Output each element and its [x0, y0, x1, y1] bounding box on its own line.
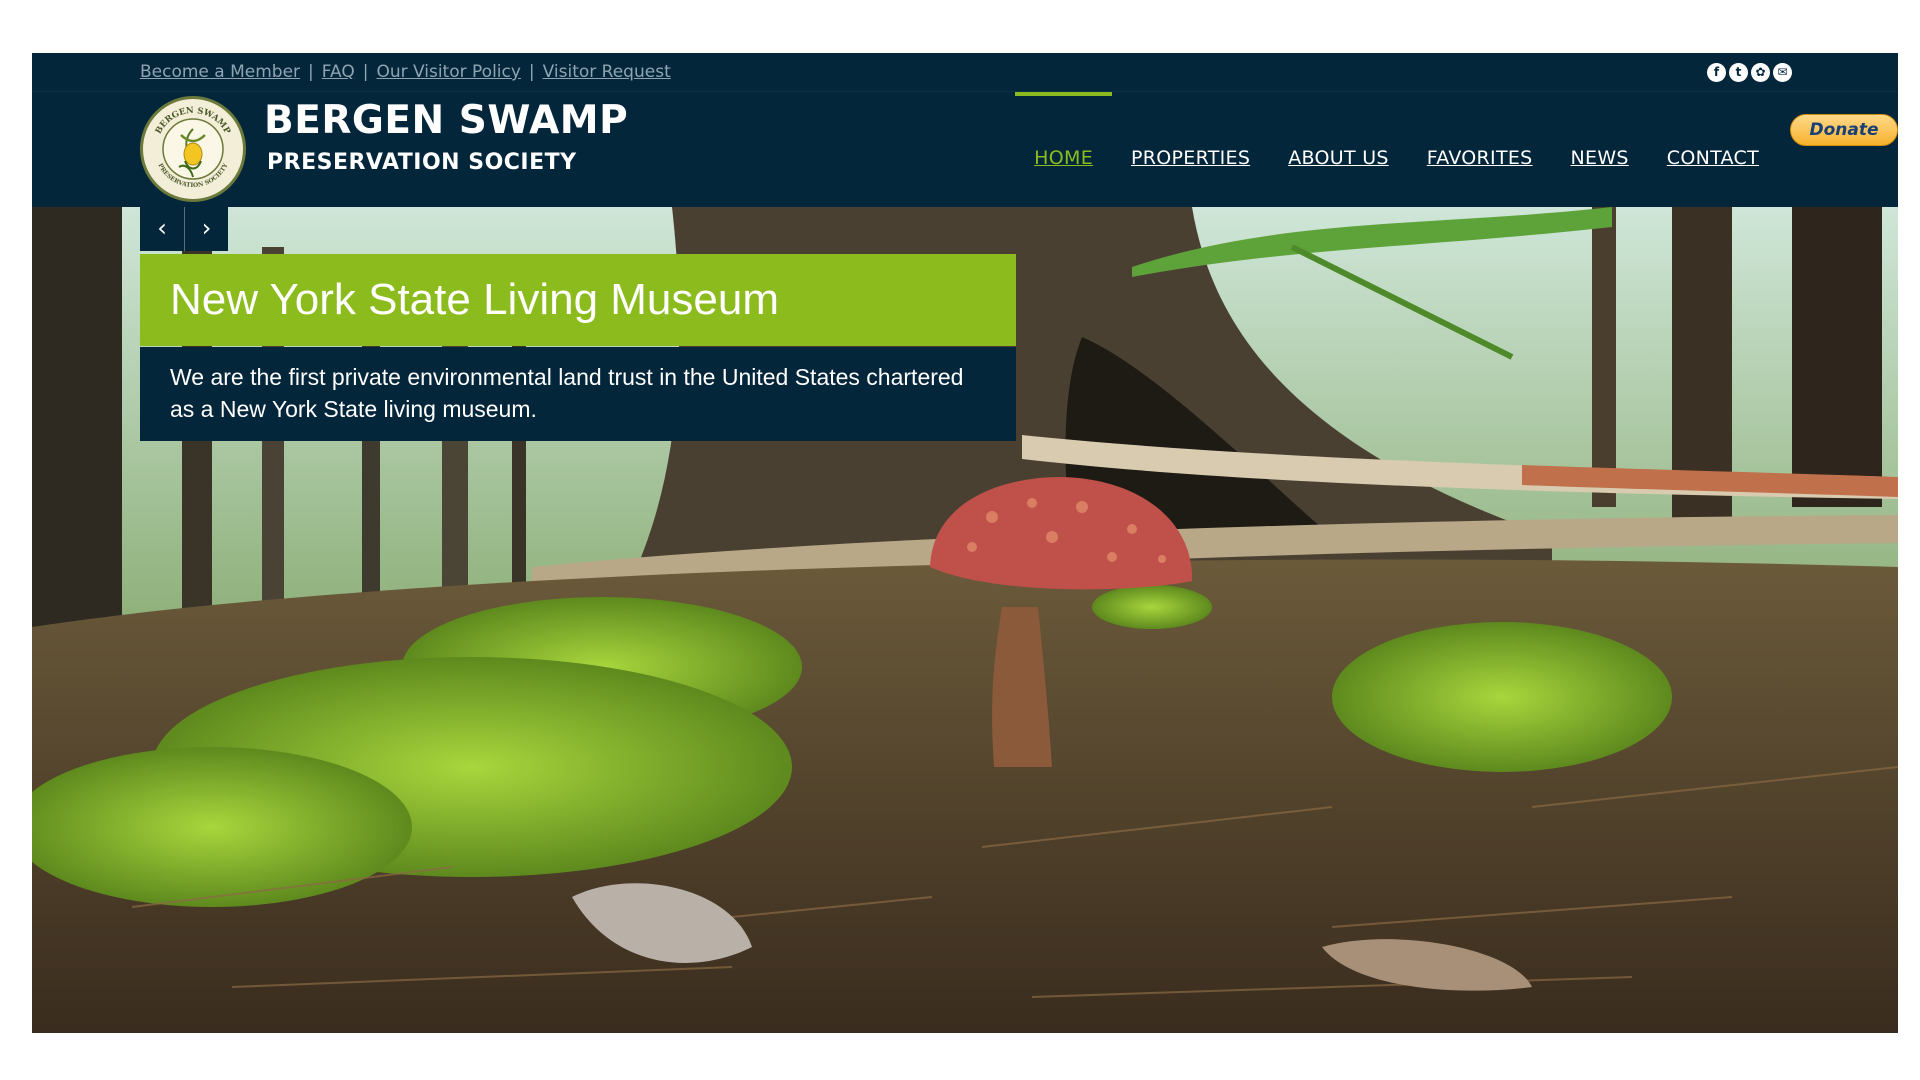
seal-graphic: BERGEN SWAMP PRESERVATION SOCIETY	[146, 102, 240, 196]
visitor-request-link[interactable]: Visitor Request	[543, 62, 671, 82]
twitter-icon[interactable]: t	[1729, 63, 1748, 82]
separator: |	[528, 62, 535, 82]
separator: |	[308, 62, 314, 82]
chevron-right-icon[interactable]: ›	[184, 207, 228, 251]
nav-favorites[interactable]: FAVORITES	[1408, 92, 1552, 207]
site-header: BERGEN SWAMP PRESERVATION SOCIETY BERGEN…	[32, 92, 1898, 207]
lady-slipper-seal-logo[interactable]: BERGEN SWAMP PRESERVATION SOCIETY	[140, 96, 246, 202]
instagram-icon[interactable]: ✿	[1751, 63, 1770, 82]
hero-description: We are the first private environmental l…	[140, 347, 1016, 441]
nav-about-us[interactable]: ABOUT US	[1269, 92, 1408, 207]
social-links: f t ✿ ✉	[1707, 63, 1792, 82]
hero-title: New York State Living Museum	[140, 254, 1016, 346]
slider-controls: ‹ ›	[140, 207, 228, 251]
utility-links: Become a Member | FAQ | Our Visitor Poli…	[140, 62, 671, 82]
utility-bar: Become a Member | FAQ | Our Visitor Poli…	[32, 53, 1898, 92]
faq-link[interactable]: FAQ	[322, 62, 355, 82]
main-nav: HOME PROPERTIES ABOUT US FAVORITES NEWS …	[1015, 92, 1778, 207]
website-frame: Become a Member | FAQ | Our Visitor Poli…	[32, 53, 1898, 1033]
nav-contact[interactable]: CONTACT	[1648, 92, 1778, 207]
facebook-icon[interactable]: f	[1707, 63, 1726, 82]
visitor-policy-link[interactable]: Our Visitor Policy	[376, 62, 520, 82]
chevron-left-icon[interactable]: ‹	[140, 207, 184, 251]
nav-home[interactable]: HOME	[1015, 92, 1112, 207]
nav-news[interactable]: NEWS	[1552, 92, 1648, 207]
nav-properties[interactable]: PROPERTIES	[1112, 92, 1269, 207]
donate-button[interactable]: Donate	[1790, 114, 1898, 146]
separator: |	[362, 62, 369, 82]
become-member-link[interactable]: Become a Member	[140, 62, 300, 82]
hero-slider: ‹ › New York State Living Museum We are …	[32, 207, 1898, 1033]
site-subtitle[interactable]: PRESERVATION SOCIETY	[267, 150, 577, 175]
site-title[interactable]: BERGEN SWAMP	[264, 98, 628, 143]
email-icon[interactable]: ✉	[1773, 63, 1792, 82]
